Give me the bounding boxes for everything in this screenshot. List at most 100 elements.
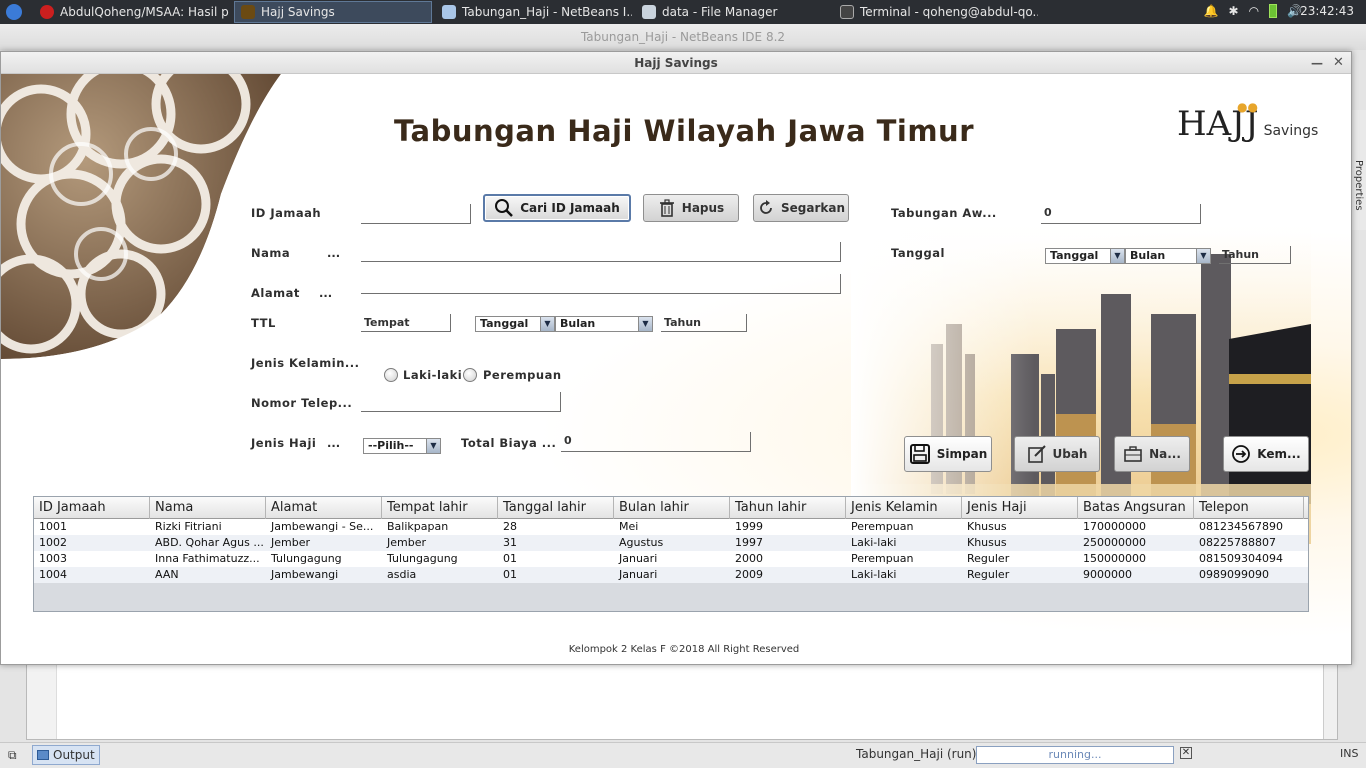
cari-id-jamaah-button[interactable]: Cari ID Jamaah <box>483 194 631 222</box>
nomor-telepon-input[interactable] <box>361 392 561 412</box>
task-file-manager[interactable]: data - File Manager <box>636 1 832 23</box>
table-cell[interactable]: Mei <box>614 519 730 535</box>
table-cell[interactable]: 1003 <box>34 551 150 567</box>
cancel-run-icon[interactable]: ✕ <box>1180 747 1192 759</box>
perempuan-label[interactable]: Perempuan <box>483 368 562 382</box>
bluetooth-icon[interactable]: ✱ <box>1229 4 1239 18</box>
ubah-button[interactable]: Ubah <box>1014 436 1100 472</box>
table-cell[interactable]: Jambewangi <box>266 567 382 583</box>
table-cell[interactable]: 01 <box>498 567 614 583</box>
tempat-input[interactable]: Tempat <box>361 314 451 332</box>
table-cell[interactable]: Laki-laki <box>846 535 962 551</box>
jamaah-table[interactable]: ID Jamaah Nama Alamat Tempat lahir Tanggal l… <box>33 496 1309 612</box>
nama-input[interactable] <box>361 242 841 262</box>
table-row[interactable]: 1001 Rizki Fitriani Jambewangi - Se... Bali… <box>34 519 1308 535</box>
table-cell[interactable]: Januari <box>614 567 730 583</box>
table-cell[interactable]: Reguler <box>962 567 1078 583</box>
table-cell[interactable]: 28 <box>498 519 614 535</box>
task-netbeans[interactable]: Tabungan_Haji - NetBeans I... <box>436 1 632 23</box>
properties-side-tab[interactable]: Properties <box>1351 110 1366 230</box>
table-cell[interactable]: Tulungagung <box>382 551 498 567</box>
alamat-input[interactable] <box>361 274 841 294</box>
table-cell[interactable]: 1001 <box>34 519 150 535</box>
table-cell[interactable]: Jember <box>266 535 382 551</box>
column-header[interactable]: Batas Angsuran <box>1078 497 1194 519</box>
bulan-lahir-combo[interactable]: Bulan ▼ <box>555 316 653 332</box>
table-cell[interactable]: 01 <box>498 551 614 567</box>
table-cell[interactable]: Perempuan <box>846 551 962 567</box>
table-cell[interactable]: 1999 <box>730 519 846 535</box>
table-cell[interactable]: ABD. Qohar Agus ... <box>150 535 266 551</box>
column-header[interactable]: Tahun lahir <box>730 497 846 519</box>
table-cell[interactable]: asdia <box>382 567 498 583</box>
table-cell[interactable]: 1997 <box>730 535 846 551</box>
tahun-setor-input[interactable]: Tahun <box>1219 246 1291 264</box>
segarkan-button[interactable]: Segarkan <box>753 194 849 222</box>
table-cell[interactable]: 081509304094 <box>1194 551 1304 567</box>
bulan-setor-combo[interactable]: Bulan ▼ <box>1125 248 1211 264</box>
table-cell[interactable]: Tulungagung <box>266 551 382 567</box>
laki-laki-label[interactable]: Laki-laki <box>403 368 462 382</box>
tanggal-setor-combo[interactable]: Tanggal ▼ <box>1045 248 1125 264</box>
task-terminal[interactable]: Terminal - qoheng@abdul-qo... <box>834 1 1038 23</box>
task-browser[interactable]: AbdulQoheng/MSAA: Hasil p... <box>34 1 230 23</box>
output-scrollbar[interactable] <box>1323 665 1337 739</box>
kembali-button[interactable]: Kem... <box>1223 436 1309 472</box>
table-cell[interactable]: Inna Fathimatuzz... <box>150 551 266 567</box>
table-cell[interactable]: 150000000 <box>1078 551 1194 567</box>
minimize-icon[interactable]: — <box>1311 52 1323 74</box>
table-cell[interactable]: Rizki Fitriani <box>150 519 266 535</box>
table-row[interactable]: 1004 AAN Jambewangi asdia 01 Januari 2009 Laki-… <box>34 567 1308 583</box>
table-cell[interactable]: Khusus <box>962 535 1078 551</box>
menu-icon[interactable] <box>6 4 22 20</box>
bell-icon[interactable]: 🔔 <box>1204 4 1219 18</box>
table-cell[interactable]: 9000000 <box>1078 567 1194 583</box>
column-header[interactable]: Tempat lahir <box>382 497 498 519</box>
tabungan-awal-input[interactable]: 0 <box>1041 204 1201 224</box>
tanggal-lahir-combo[interactable]: Tanggal ▼ <box>475 316 555 332</box>
table-cell[interactable]: 1004 <box>34 567 150 583</box>
id-jamaah-input[interactable] <box>361 204 471 224</box>
table-cell[interactable]: 08225788807 <box>1194 535 1304 551</box>
table-cell[interactable]: Laki-laki <box>846 567 962 583</box>
column-header[interactable]: Telepon <box>1194 497 1304 519</box>
task-hajj-savings[interactable]: Hajj Savings <box>234 1 432 23</box>
table-cell[interactable]: Perempuan <box>846 519 962 535</box>
column-header[interactable]: Jenis Haji <box>962 497 1078 519</box>
simpan-button[interactable]: Simpan <box>904 436 992 472</box>
table-cell[interactable]: Khusus <box>962 519 1078 535</box>
table-cell[interactable]: Januari <box>614 551 730 567</box>
table-cell[interactable]: Balikpapan <box>382 519 498 535</box>
table-cell[interactable]: Jember <box>382 535 498 551</box>
table-cell[interactable]: 0989099090 <box>1194 567 1304 583</box>
table-cell[interactable]: Agustus <box>614 535 730 551</box>
close-icon[interactable]: ✕ <box>1333 52 1344 74</box>
table-cell[interactable]: 2009 <box>730 567 846 583</box>
output-panel[interactable] <box>26 664 1338 740</box>
table-cell[interactable]: 081234567890 <box>1194 519 1304 535</box>
column-header[interactable]: Nama <box>150 497 266 519</box>
column-header[interactable]: Bulan lahir <box>614 497 730 519</box>
column-header[interactable]: Tanggal lahir <box>498 497 614 519</box>
wifi-icon[interactable]: ◠ <box>1249 4 1259 18</box>
jenis-haji-combo[interactable]: --Pilih-- ▼ <box>363 438 441 454</box>
table-cell[interactable]: 250000000 <box>1078 535 1194 551</box>
nasabah-button[interactable]: Na... <box>1114 436 1190 472</box>
table-cell[interactable]: 31 <box>498 535 614 551</box>
tahun-lahir-input[interactable]: Tahun <box>661 314 747 332</box>
laki-laki-radio[interactable] <box>384 368 398 382</box>
table-cell[interactable]: Reguler <box>962 551 1078 567</box>
table-cell[interactable]: 2000 <box>730 551 846 567</box>
table-row[interactable]: 1003 Inna Fathimatuzz... Tulungagung Tulung… <box>34 551 1308 567</box>
column-header[interactable]: ID Jamaah <box>34 497 150 519</box>
hapus-button[interactable]: Hapus <box>643 194 739 222</box>
perempuan-radio[interactable] <box>463 368 477 382</box>
table-body[interactable]: 1001 Rizki Fitriani Jambewangi - Se... Bali… <box>34 519 1308 583</box>
total-biaya-input[interactable]: 0 <box>561 432 751 452</box>
table-row[interactable]: 1002 ABD. Qohar Agus ... Jember Jember 31 Agu… <box>34 535 1308 551</box>
column-header[interactable]: Alamat <box>266 497 382 519</box>
table-cell[interactable]: Jambewangi - Se... <box>266 519 382 535</box>
output-tab[interactable]: Output <box>32 745 100 765</box>
table-cell[interactable]: 170000000 <box>1078 519 1194 535</box>
restore-icon[interactable]: ⧉ <box>8 748 17 763</box>
